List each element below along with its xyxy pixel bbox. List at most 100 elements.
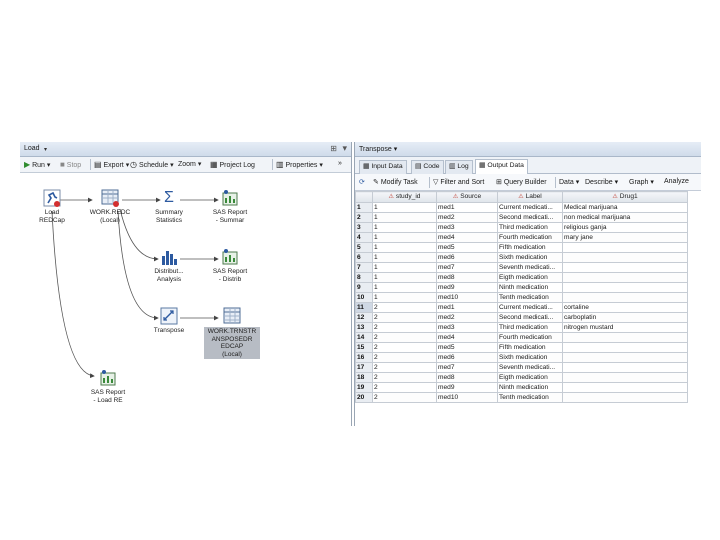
schedule-button[interactable]: ◷ Schedule ▾: [130, 160, 174, 169]
table-row[interactable]: 3 1 med3 Third medication religious ganja: [355, 222, 688, 233]
table-row[interactable]: 8 1 med8 Eigth medication: [355, 272, 688, 283]
table-cell[interactable]: [562, 252, 688, 263]
table-cell[interactable]: [562, 382, 688, 393]
table-cell[interactable]: 2: [372, 362, 437, 373]
row-number-cell[interactable]: 18: [355, 372, 373, 383]
table-cell[interactable]: carboplatin: [562, 312, 688, 323]
table-cell[interactable]: med3: [436, 322, 498, 333]
table-cell[interactable]: 2: [372, 342, 437, 353]
modify-task-button[interactable]: ✎ Modify Task: [373, 178, 418, 186]
table-cell[interactable]: med5: [436, 342, 498, 353]
table-cell[interactable]: mary jane: [562, 232, 688, 243]
table-cell[interactable]: med1: [436, 302, 498, 313]
table-cell[interactable]: 1: [372, 252, 437, 263]
table-cell[interactable]: cortaline: [562, 302, 688, 313]
table-cell[interactable]: 1: [372, 232, 437, 243]
table-row[interactable]: 13 2 med3 Third medication nitrogen mustard: [355, 322, 688, 333]
zoom-button[interactable]: Zoom ▾: [178, 160, 201, 168]
table-cell[interactable]: Eigth medication: [497, 272, 563, 283]
table-cell[interactable]: Medical marijuana: [562, 202, 688, 213]
table-cell[interactable]: 1: [372, 292, 437, 303]
pin-icon[interactable]: ⊞: [330, 144, 337, 153]
table-cell[interactable]: [562, 342, 688, 353]
sas-report-distrib-node[interactable]: SAS Report - Distrib: [200, 248, 260, 283]
table-cell[interactable]: Second medicati...: [497, 312, 563, 323]
row-number-cell[interactable]: 10: [355, 292, 373, 303]
export-button[interactable]: ▤ Export ▾: [94, 160, 129, 169]
row-number-cell[interactable]: 13: [355, 322, 373, 333]
row-number-cell[interactable]: 8: [355, 272, 373, 283]
table-row[interactable]: 5 1 med5 Fifth medication: [355, 242, 688, 253]
table-row[interactable]: 12 2 med2 Second medicati... carboplatin: [355, 312, 688, 323]
table-cell[interactable]: Tenth medication: [497, 292, 563, 303]
close-icon[interactable]: ▾: [342, 143, 347, 154]
table-row[interactable]: 7 1 med7 Seventh medicati...: [355, 262, 688, 273]
table-cell[interactable]: Fifth medication: [497, 342, 563, 353]
table-cell[interactable]: Current medicati...: [497, 202, 563, 213]
table-cell[interactable]: Fourth medication: [497, 332, 563, 343]
analyze-menu[interactable]: Analyze: [664, 178, 689, 185]
table-cell[interactable]: 1: [372, 202, 437, 213]
row-number-cell[interactable]: 15: [355, 342, 373, 353]
table-cell[interactable]: Current medicati...: [497, 302, 563, 313]
row-number-cell[interactable]: 9: [355, 282, 373, 293]
table-cell[interactable]: med8: [436, 372, 498, 383]
table-row[interactable]: 17 2 med7 Seventh medicati...: [355, 362, 688, 373]
sas-report-summary-node[interactable]: SAS Report - Summar: [200, 189, 260, 224]
row-number-cell[interactable]: 17: [355, 362, 373, 373]
table-cell[interactable]: Fourth medication: [497, 232, 563, 243]
graph-menu[interactable]: Graph ▾: [629, 178, 654, 186]
table-row[interactable]: 9 1 med9 Ninth medication: [355, 282, 688, 293]
table-row[interactable]: 15 2 med5 Fifth medication: [355, 342, 688, 353]
table-row[interactable]: 14 2 med4 Fourth medication: [355, 332, 688, 343]
table-cell[interactable]: [562, 242, 688, 253]
table-cell[interactable]: med9: [436, 382, 498, 393]
sas-report-load-node[interactable]: SAS Report - Load RE: [78, 369, 138, 404]
table-cell[interactable]: [562, 332, 688, 343]
refresh-icon[interactable]: ⟳: [359, 178, 365, 186]
project-log-button[interactable]: ▦ Project Log: [210, 160, 255, 169]
load-redcap-node[interactable]: Load REDCap: [22, 189, 82, 224]
table-cell[interactable]: med6: [436, 252, 498, 263]
table-cell[interactable]: 2: [372, 352, 437, 363]
table-cell[interactable]: 2: [372, 332, 437, 343]
table-cell[interactable]: [562, 292, 688, 303]
row-number-cell[interactable]: 19: [355, 382, 373, 393]
table-cell[interactable]: med9: [436, 282, 498, 293]
table-cell[interactable]: non medical marijuana: [562, 212, 688, 223]
table-cell[interactable]: 1: [372, 222, 437, 233]
tab-output-data[interactable]: ▦ Output Data: [475, 159, 528, 175]
table-cell[interactable]: 2: [372, 302, 437, 313]
work-transposed-redcap-node[interactable]: WORK.TRNSTR ANSPOSEDR EDCAP (Local): [204, 307, 260, 359]
table-cell[interactable]: [562, 372, 688, 383]
table-cell[interactable]: religious ganja: [562, 222, 688, 233]
table-cell[interactable]: med6: [436, 352, 498, 363]
row-number-cell[interactable]: 7: [355, 262, 373, 273]
row-number-cell[interactable]: 12: [355, 312, 373, 323]
table-cell[interactable]: Seventh medicati...: [497, 262, 563, 273]
transpose-node[interactable]: Transpose: [139, 307, 199, 335]
table-cell[interactable]: 2: [372, 322, 437, 333]
table-cell[interactable]: 2: [372, 372, 437, 383]
row-number-cell[interactable]: 6: [355, 252, 373, 263]
filter-sort-button[interactable]: ▽ Filter and Sort: [433, 178, 484, 186]
row-number-cell[interactable]: 20: [355, 392, 373, 403]
table-cell[interactable]: Ninth medication: [497, 282, 563, 293]
describe-menu[interactable]: Describe ▾: [585, 178, 618, 186]
table-row[interactable]: 6 1 med6 Sixth medication: [355, 252, 688, 263]
data-menu[interactable]: Data ▾: [559, 178, 579, 186]
table-cell[interactable]: med10: [436, 292, 498, 303]
table-row[interactable]: 19 2 med9 Ninth medication: [355, 382, 688, 393]
run-button[interactable]: ▶ Run ▾: [24, 160, 50, 169]
work-redc-node[interactable]: WORK.REDC (Local): [80, 189, 140, 224]
table-cell[interactable]: med7: [436, 262, 498, 273]
table-cell[interactable]: 1: [372, 242, 437, 253]
column-header[interactable]: ⚠ Source: [436, 191, 498, 203]
row-number-cell[interactable]: 1: [355, 202, 373, 213]
table-cell[interactable]: Sixth medication: [497, 352, 563, 363]
table-cell[interactable]: 1: [372, 272, 437, 283]
table-cell[interactable]: Ninth medication: [497, 382, 563, 393]
table-cell[interactable]: Tenth medication: [497, 392, 563, 403]
table-cell[interactable]: 2: [372, 312, 437, 323]
table-cell[interactable]: med8: [436, 272, 498, 283]
